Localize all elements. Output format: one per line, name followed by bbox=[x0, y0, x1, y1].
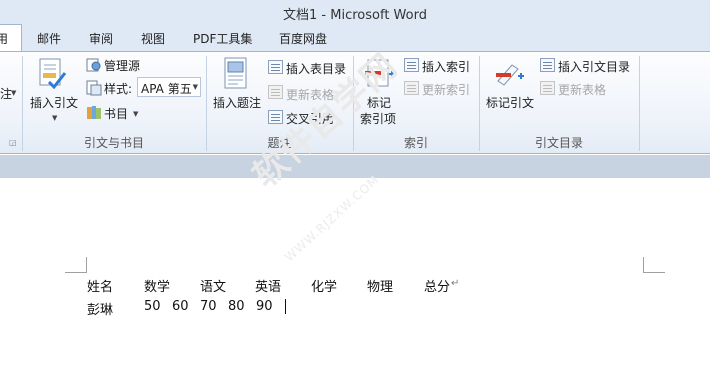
bibliography-icon bbox=[86, 104, 102, 123]
title-bar: 文档1 - Microsoft Word bbox=[0, 0, 710, 24]
citation-style-value: APA 第五 bbox=[141, 82, 192, 96]
data-cell: 60 bbox=[172, 299, 189, 314]
mark-citation-icon[interactable] bbox=[494, 59, 526, 92]
header-cell: 英语 bbox=[255, 280, 282, 295]
insert-citation-icon[interactable] bbox=[37, 58, 67, 93]
data-cell: 80 bbox=[228, 299, 245, 314]
manage-sources-button[interactable]: 管理源 bbox=[104, 57, 140, 74]
chevron-down-icon: ▼ bbox=[11, 89, 17, 97]
chevron-down-icon: ▼ bbox=[192, 83, 198, 91]
paragraph-mark: ↵ bbox=[451, 278, 460, 289]
header-cell: 数学 bbox=[144, 280, 171, 295]
group-label-citations: 引文与书目 bbox=[83, 136, 144, 150]
insert-citation-button[interactable]: 插入引文 bbox=[30, 94, 78, 111]
dialog-launcher-icon[interactable]: ◲ bbox=[9, 138, 17, 147]
insert-toa-button[interactable]: 插入引文目录 bbox=[558, 58, 630, 75]
update-toa-icon bbox=[540, 81, 555, 95]
tab-view[interactable]: 视图 bbox=[141, 30, 165, 47]
citation-style-dropdown[interactable]: APA 第五 ▼ bbox=[137, 77, 201, 97]
text-cursor bbox=[285, 299, 286, 314]
insert-index-button[interactable]: 插入索引 bbox=[422, 58, 470, 75]
group-label-index: 索引 bbox=[403, 136, 428, 150]
header-cell: 语文 bbox=[200, 280, 227, 295]
group-separator bbox=[639, 56, 640, 151]
insert-caption-icon[interactable] bbox=[222, 57, 250, 94]
tab-pdf-tools[interactable]: PDF工具集 bbox=[193, 30, 252, 47]
document-page[interactable]: 姓名 数学 语文 英语 化学 物理 总分 ↵ 彭琳 50 60 70 80 90 bbox=[0, 178, 710, 374]
update-table-icon bbox=[268, 85, 283, 99]
style-label: 样式: bbox=[104, 82, 133, 96]
data-cell: 70 bbox=[200, 299, 217, 314]
header-cell: 化学 bbox=[311, 280, 338, 295]
bibliography-button[interactable]: 书目 bbox=[104, 105, 128, 122]
insert-caption-button[interactable]: 插入题注 bbox=[213, 94, 261, 111]
group-label-toa: 引文目录 bbox=[534, 136, 583, 150]
manage-sources-icon bbox=[86, 57, 102, 76]
chevron-down-icon[interactable]: ▼ bbox=[133, 110, 138, 118]
ruler-band bbox=[0, 155, 710, 178]
tab-baidu-netdisk[interactable]: 百度网盘 bbox=[279, 30, 327, 47]
mark-citation-button[interactable]: 标记引文 bbox=[486, 94, 534, 111]
ribbon-tabs: 用 邮件 审阅 视图 PDF工具集 百度网盘 bbox=[0, 24, 710, 52]
tab-mailings[interactable]: 邮件 bbox=[37, 30, 61, 47]
header-cell: 姓名 bbox=[87, 280, 114, 295]
chevron-down-icon[interactable]: ▼ bbox=[52, 114, 57, 122]
insert-index-icon bbox=[404, 58, 419, 72]
header-cell: 总分 bbox=[424, 280, 451, 295]
update-index-button[interactable]: 更新索引 bbox=[422, 81, 470, 98]
tab-review[interactable]: 审阅 bbox=[89, 30, 113, 47]
window-title: 文档1 - Microsoft Word bbox=[283, 8, 427, 23]
margin-mark-left bbox=[65, 257, 87, 273]
table-of-figures-icon bbox=[268, 60, 283, 74]
data-cell: 90 bbox=[256, 299, 273, 314]
update-toa-button[interactable]: 更新表格 bbox=[558, 81, 606, 98]
tab-references[interactable]: 用 bbox=[0, 24, 22, 52]
data-cell: 彭琳 bbox=[87, 303, 114, 318]
insert-toa-icon bbox=[540, 58, 555, 72]
margin-mark-right bbox=[643, 257, 665, 273]
data-cell: 50 bbox=[144, 299, 161, 314]
style-icon bbox=[86, 80, 102, 99]
update-index-icon bbox=[404, 81, 419, 95]
header-cell: 物理 bbox=[367, 280, 394, 295]
